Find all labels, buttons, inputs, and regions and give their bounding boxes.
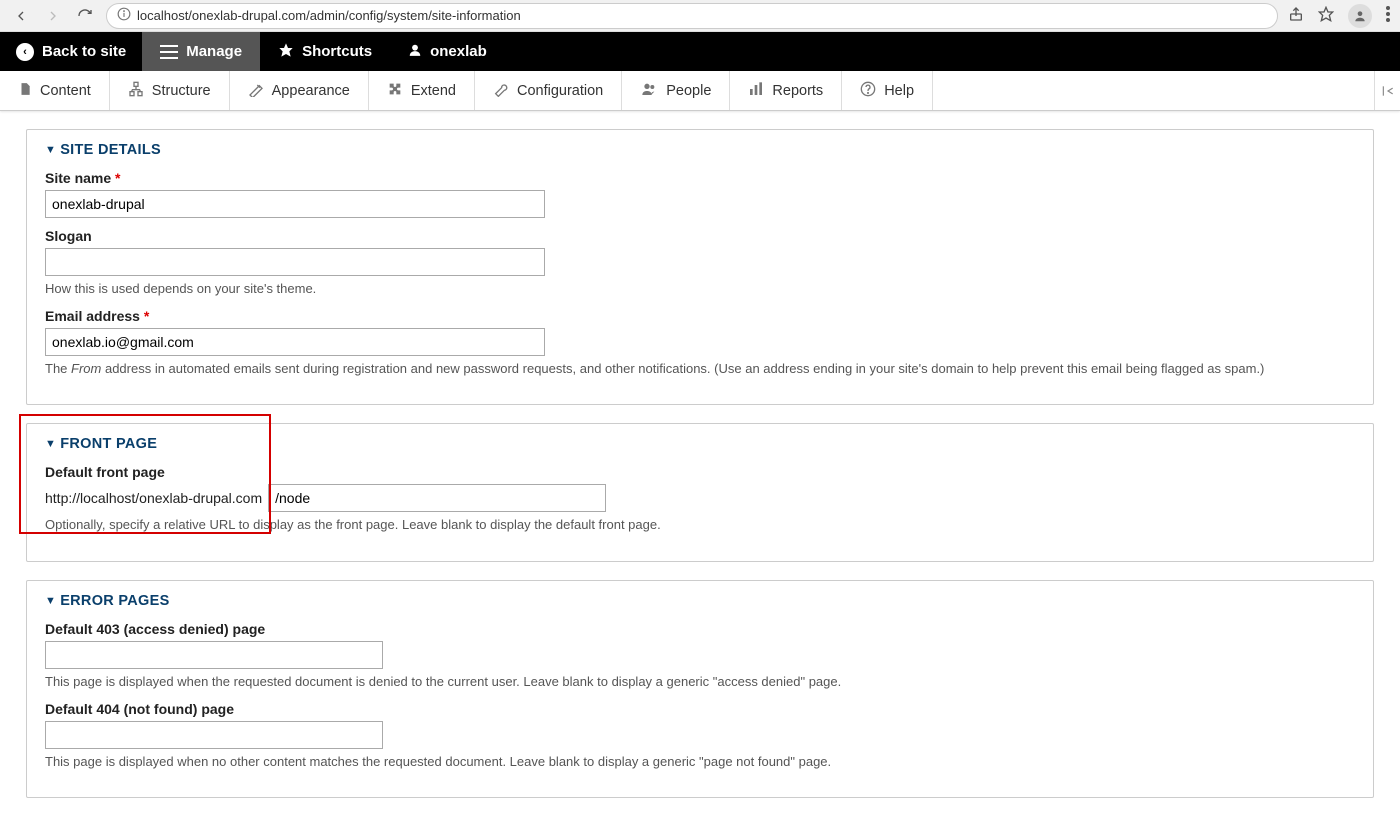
forward-button[interactable]	[42, 5, 64, 27]
triangle-down-icon: ▼	[45, 595, 56, 607]
back-button[interactable]	[10, 5, 32, 27]
page-content: ▼ SITE DETAILS Site name * Slogan How th…	[0, 111, 1400, 834]
p404-label: Default 404 (not found) page	[45, 701, 1355, 717]
panel-front-page: ▼ FRONT PAGE Default front page http://l…	[26, 423, 1374, 561]
help-icon	[860, 81, 876, 101]
form-item-403: Default 403 (access denied) page This pa…	[45, 621, 1355, 691]
menu-content[interactable]: Content	[0, 71, 110, 110]
tab-label: Manage	[186, 43, 242, 60]
browser-chrome: localhost/onexlab-drupal.com/admin/confi…	[0, 0, 1400, 32]
kebab-menu-icon[interactable]	[1386, 6, 1390, 25]
email-label: Email address *	[45, 308, 1355, 324]
panel-error-pages: ▼ ERROR PAGES Default 403 (access denied…	[26, 580, 1374, 798]
form-item-404: Default 404 (not found) page This page i…	[45, 701, 1355, 771]
menu-configuration[interactable]: Configuration	[475, 71, 622, 110]
bookmark-star-icon[interactable]	[1318, 6, 1334, 25]
user-icon	[408, 42, 422, 62]
url-bar[interactable]: localhost/onexlab-drupal.com/admin/confi…	[106, 3, 1278, 29]
collapse-menu-icon[interactable]	[1374, 71, 1400, 110]
form-item-site-name: Site name *	[45, 170, 1355, 218]
panel-title: ERROR PAGES	[60, 593, 169, 609]
tab-shortcuts[interactable]: Shortcuts	[260, 32, 390, 71]
menu-label: Configuration	[517, 83, 603, 99]
email-input[interactable]	[45, 328, 545, 356]
admin-toolbar: ‹ Back to site Manage Shortcuts onexlab	[0, 32, 1400, 71]
hamburger-icon	[160, 45, 178, 59]
p404-description: This page is displayed when no other con…	[45, 753, 1355, 771]
menu-reports[interactable]: Reports	[730, 71, 842, 110]
back-to-site[interactable]: ‹ Back to site	[0, 32, 142, 71]
hierarchy-icon	[128, 81, 144, 101]
chevron-left-icon: ‹	[16, 43, 34, 61]
triangle-down-icon: ▼	[45, 438, 56, 450]
reload-button[interactable]	[74, 5, 96, 27]
panel-title: SITE DETAILS	[60, 142, 161, 158]
chrome-right	[1288, 4, 1390, 28]
tab-manage[interactable]: Manage	[142, 32, 260, 71]
share-icon[interactable]	[1288, 6, 1304, 25]
puzzle-icon	[387, 81, 403, 101]
wrench-icon	[493, 81, 509, 101]
site-info-icon	[117, 7, 131, 24]
people-icon	[640, 81, 658, 101]
menu-extend[interactable]: Extend	[369, 71, 475, 110]
menu-structure[interactable]: Structure	[110, 71, 230, 110]
panel-summary[interactable]: ▼ ERROR PAGES	[45, 593, 1355, 609]
front-page-input[interactable]	[268, 484, 606, 512]
site-name-input[interactable]	[45, 190, 545, 218]
profile-avatar[interactable]	[1348, 4, 1372, 28]
url-text: localhost/onexlab-drupal.com/admin/confi…	[137, 8, 521, 23]
back-to-site-label: Back to site	[42, 43, 126, 60]
menu-label: Extend	[411, 83, 456, 99]
form-item-email: Email address * The From address in auto…	[45, 308, 1355, 378]
bar-chart-icon	[748, 81, 764, 101]
menu-label: Structure	[152, 83, 211, 99]
email-description: The From address in automated emails sen…	[45, 360, 1355, 378]
slogan-description: How this is used depends on your site's …	[45, 280, 1355, 298]
star-icon	[278, 42, 294, 62]
menu-label: People	[666, 83, 711, 99]
admin-menu: Content Structure Appearance Extend Conf…	[0, 71, 1400, 111]
file-icon	[18, 81, 32, 101]
slogan-input[interactable]	[45, 248, 545, 276]
menu-people[interactable]: People	[622, 71, 730, 110]
front-page-prefix: http://localhost/onexlab-drupal.com	[45, 490, 262, 506]
p403-label: Default 403 (access denied) page	[45, 621, 1355, 637]
menu-appearance[interactable]: Appearance	[230, 71, 369, 110]
form-item-front-page: Default front page http://localhost/onex…	[45, 464, 1355, 534]
p403-description: This page is displayed when the requeste…	[45, 673, 1355, 691]
front-page-description: Optionally, specify a relative URL to di…	[45, 516, 1355, 534]
p404-input[interactable]	[45, 721, 383, 749]
panel-site-details: ▼ SITE DETAILS Site name * Slogan How th…	[26, 129, 1374, 405]
panel-summary[interactable]: ▼ SITE DETAILS	[45, 142, 1355, 158]
tab-user[interactable]: onexlab	[390, 32, 505, 71]
menu-help[interactable]: Help	[842, 71, 933, 110]
tab-label: onexlab	[430, 43, 487, 60]
triangle-down-icon: ▼	[45, 144, 56, 156]
paintbrush-icon	[248, 81, 264, 101]
panel-title: FRONT PAGE	[60, 436, 157, 452]
menu-label: Help	[884, 83, 914, 99]
menu-label: Appearance	[272, 83, 350, 99]
tab-label: Shortcuts	[302, 43, 372, 60]
menu-label: Reports	[772, 83, 823, 99]
site-name-label: Site name *	[45, 170, 1355, 186]
menu-label: Content	[40, 83, 91, 99]
slogan-label: Slogan	[45, 228, 1355, 244]
p403-input[interactable]	[45, 641, 383, 669]
form-item-slogan: Slogan How this is used depends on your …	[45, 228, 1355, 298]
panel-summary[interactable]: ▼ FRONT PAGE	[45, 436, 1355, 452]
front-page-label: Default front page	[45, 464, 1355, 480]
